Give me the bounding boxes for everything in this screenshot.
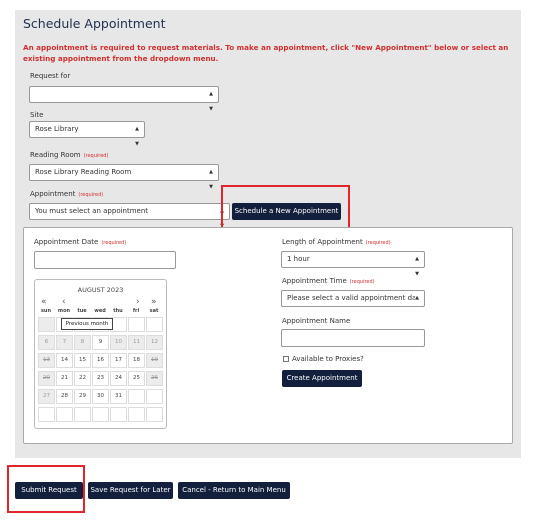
appointment-select[interactable]: You must select an appointment ▲ ▼ — [29, 203, 230, 229]
calendar-day-cell[interactable] — [92, 407, 109, 422]
required-marker: (required) — [83, 153, 109, 159]
calendar-day-cell[interactable] — [146, 389, 163, 404]
weekday-header: thu — [113, 308, 123, 314]
calendar-day-cell: 13 — [38, 353, 55, 368]
site-select[interactable]: Rose Library ▲ ▼ — [29, 121, 145, 147]
proxies-label: Available to Proxies? — [292, 355, 364, 363]
calendar-day-cell[interactable]: 18 — [128, 353, 145, 368]
site-value: Rose Library — [35, 125, 79, 133]
appointment-label-text: Appointment — [30, 190, 76, 198]
appointment-name-input[interactable] — [281, 329, 425, 347]
calendar-day-cell[interactable]: 14 — [56, 353, 73, 368]
calendar-day-cell[interactable]: 23 — [92, 371, 109, 386]
previous-year-icon[interactable]: « — [41, 297, 47, 307]
highlight-box — [7, 465, 85, 513]
weekday-header: sat — [149, 308, 159, 314]
calendar-day-cell[interactable] — [128, 389, 145, 404]
calendar-day-cell[interactable]: 15 — [74, 353, 91, 368]
weekday-header: mon — [57, 308, 71, 314]
appointment-date-input[interactable] — [34, 251, 176, 269]
next-month-icon[interactable]: › — [136, 297, 140, 307]
calendar-month-title: AUGUST 2023 — [77, 286, 124, 294]
appointment-date-label: Appointment Date (required) — [34, 238, 126, 246]
length-label-text: Length of Appointment — [282, 238, 363, 246]
select-arrow-icon: ▲▼ — [135, 126, 139, 147]
calendar-day-cell[interactable]: 30 — [92, 389, 109, 404]
calendar-day-cell: 27 — [38, 389, 55, 404]
page-title: Schedule Appointment — [23, 16, 166, 31]
appointment-date-label-text: Appointment Date — [34, 238, 99, 246]
calendar-day-cell — [38, 317, 55, 332]
request-for-label: Request for — [30, 72, 71, 80]
previous-month-tooltip: Previous month — [61, 318, 113, 330]
weekday-header: fri — [132, 308, 140, 314]
appointment-notice: An appointment is required to request ma… — [23, 43, 509, 63]
appointment-name-label: Appointment Name — [282, 317, 351, 325]
weekday-header: wed — [94, 308, 106, 314]
calendar-day-cell[interactable] — [146, 407, 163, 422]
length-select[interactable]: 1 hour ▲ ▼ — [281, 251, 425, 277]
calendar-day-cell: 7 — [56, 335, 73, 350]
appointment-value: You must select an appointment — [35, 207, 149, 215]
site-label: Site — [30, 111, 44, 119]
calendar-day-cell[interactable]: 21 — [56, 371, 73, 386]
length-value: 1 hour — [287, 255, 310, 263]
calendar-day-cell[interactable]: 22 — [74, 371, 91, 386]
appointment-time-label-text: Appointment Time — [282, 277, 347, 285]
appointment-time-select[interactable]: Please select a valid appointment da ▲▼ — [281, 290, 425, 307]
calendar-day-cell: 26 — [146, 371, 163, 386]
calendar-day-cell: 8 — [74, 335, 91, 350]
calendar-day-cell[interactable] — [128, 407, 145, 422]
calendar-day-cell[interactable] — [146, 317, 163, 332]
calendar-day-cell: 12 — [146, 335, 163, 350]
calendar-day-cell: 10 — [110, 335, 127, 350]
select-arrow-icon: ▲▼ — [415, 291, 419, 306]
calendar-day-cell[interactable]: 24 — [110, 371, 127, 386]
calendar-day-cell: 11 — [128, 335, 145, 350]
required-marker: (required) — [101, 240, 127, 246]
select-arrow-icon: ▲▼ — [209, 169, 213, 190]
request-for-select[interactable]: ▲ ▼ — [29, 86, 219, 112]
appointment-label: Appointment (required) — [30, 190, 103, 198]
calendar-day-cell[interactable] — [56, 407, 73, 422]
calendar-day-cell[interactable]: 25 — [128, 371, 145, 386]
select-arrow-icon: ▲▼ — [415, 256, 419, 277]
calendar-day-cell[interactable] — [38, 407, 55, 422]
weekday-header: tue — [77, 308, 87, 314]
save-request-button[interactable]: Save Request for Later — [88, 482, 173, 499]
previous-month-icon[interactable]: ‹ — [62, 297, 66, 307]
create-appointment-button[interactable]: Create Appointment — [282, 370, 362, 387]
date-picker-calendar: AUGUST 2023 « ‹ › » sun mon tue wed thu fri sa… — [34, 279, 167, 429]
weekday-header: sun — [40, 308, 52, 314]
calendar-day-cell[interactable] — [128, 317, 145, 332]
appointment-time-label: Appointment Time (required) — [282, 277, 375, 285]
reading-room-value: Rose Library Reading Room — [35, 168, 132, 176]
reading-room-select[interactable]: Rose Library Reading Room ▲ ▼ — [29, 164, 219, 190]
calendar-day-cell: 19 — [146, 353, 163, 368]
calendar-day-cell[interactable]: 31 — [110, 389, 127, 404]
length-label: Length of Appointment (required) — [282, 238, 391, 246]
calendar-day-cell[interactable]: 29 — [74, 389, 91, 404]
reading-room-label: Reading Room (required) — [30, 151, 108, 159]
required-marker: (required) — [78, 192, 104, 198]
calendar-day-cell[interactable]: 17 — [110, 353, 127, 368]
calendar-day-cell[interactable] — [110, 407, 127, 422]
reading-room-label-text: Reading Room — [30, 151, 81, 159]
select-arrow-icon: ▲▼ — [209, 91, 213, 112]
calendar-day-cell: 6 — [38, 335, 55, 350]
calendar-day-cell[interactable]: 16 — [92, 353, 109, 368]
required-marker: (required) — [349, 279, 375, 285]
cancel-return-button[interactable]: Cancel - Return to Main Menu — [178, 482, 290, 499]
next-year-icon[interactable]: » — [151, 297, 157, 307]
calendar-day-cell[interactable] — [74, 407, 91, 422]
appointment-time-value: Please select a valid appointment da — [287, 294, 417, 302]
calendar-day-cell[interactable]: 28 — [56, 389, 73, 404]
calendar-day-cell[interactable]: 9 — [92, 335, 109, 350]
proxies-checkbox[interactable] — [283, 356, 289, 362]
required-marker: (required) — [365, 240, 391, 246]
calendar-day-cell: 20 — [38, 371, 55, 386]
